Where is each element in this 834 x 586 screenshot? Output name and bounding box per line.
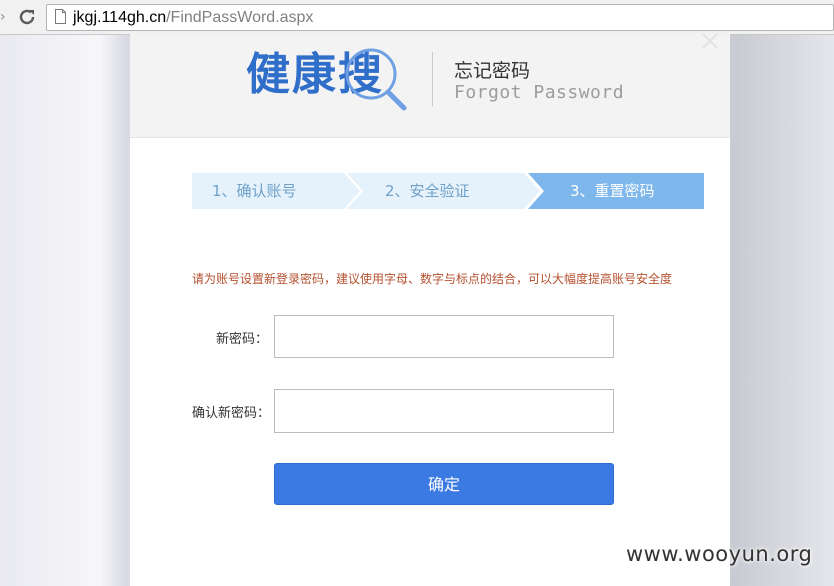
- forward-icon[interactable]: ›: [0, 8, 10, 26]
- magnifier-icon: [340, 42, 410, 112]
- reload-icon[interactable]: [16, 6, 38, 28]
- url-text: jkgj.114gh.cn/FindPassWord.aspx: [73, 9, 313, 27]
- new-password-input[interactable]: [274, 315, 614, 358]
- page-icon: [55, 9, 66, 24]
- progress-steps: 1、确认账号 2、安全验证 3、重置密码: [192, 173, 704, 209]
- step-security-verify: 2、安全验证: [352, 173, 532, 209]
- dialog-title: 忘记密码: [454, 60, 531, 82]
- url-host: jkgj.114gh.cn: [73, 9, 167, 26]
- address-bar[interactable]: jkgj.114gh.cn/FindPassWord.aspx: [46, 4, 834, 31]
- step-label: 2、安全验证: [385, 182, 470, 200]
- step-label: 3、重置密码: [570, 182, 655, 200]
- confirm-button[interactable]: 确定: [274, 463, 614, 505]
- watermark: www.wooyun.org: [626, 542, 813, 566]
- step-confirm-account: 1、确认账号: [192, 173, 352, 209]
- close-icon[interactable]: [697, 28, 723, 54]
- step-reset-password: 3、重置密码: [532, 173, 704, 209]
- header-divider: [432, 52, 433, 106]
- dialog-header: 健康搜 忘记密码 Forgot Password: [130, 33, 730, 138]
- forgot-password-dialog: 健康搜 忘记密码 Forgot Password 1、确认账号 2、安全验证 3…: [130, 33, 730, 586]
- confirm-password-input[interactable]: [274, 389, 614, 433]
- new-password-label: 新密码：: [216, 332, 269, 347]
- confirm-password-label: 确认新密码：: [192, 406, 271, 421]
- password-hint: 请为账号设置新登录密码，建议使用字母、数字与标点的结合，可以大幅度提高账号安全度: [192, 272, 673, 286]
- dialog-subtitle: Forgot Password: [454, 82, 625, 103]
- url-path: /FindPassWord.aspx: [166, 9, 314, 26]
- step-label: 1、确认账号: [212, 182, 297, 200]
